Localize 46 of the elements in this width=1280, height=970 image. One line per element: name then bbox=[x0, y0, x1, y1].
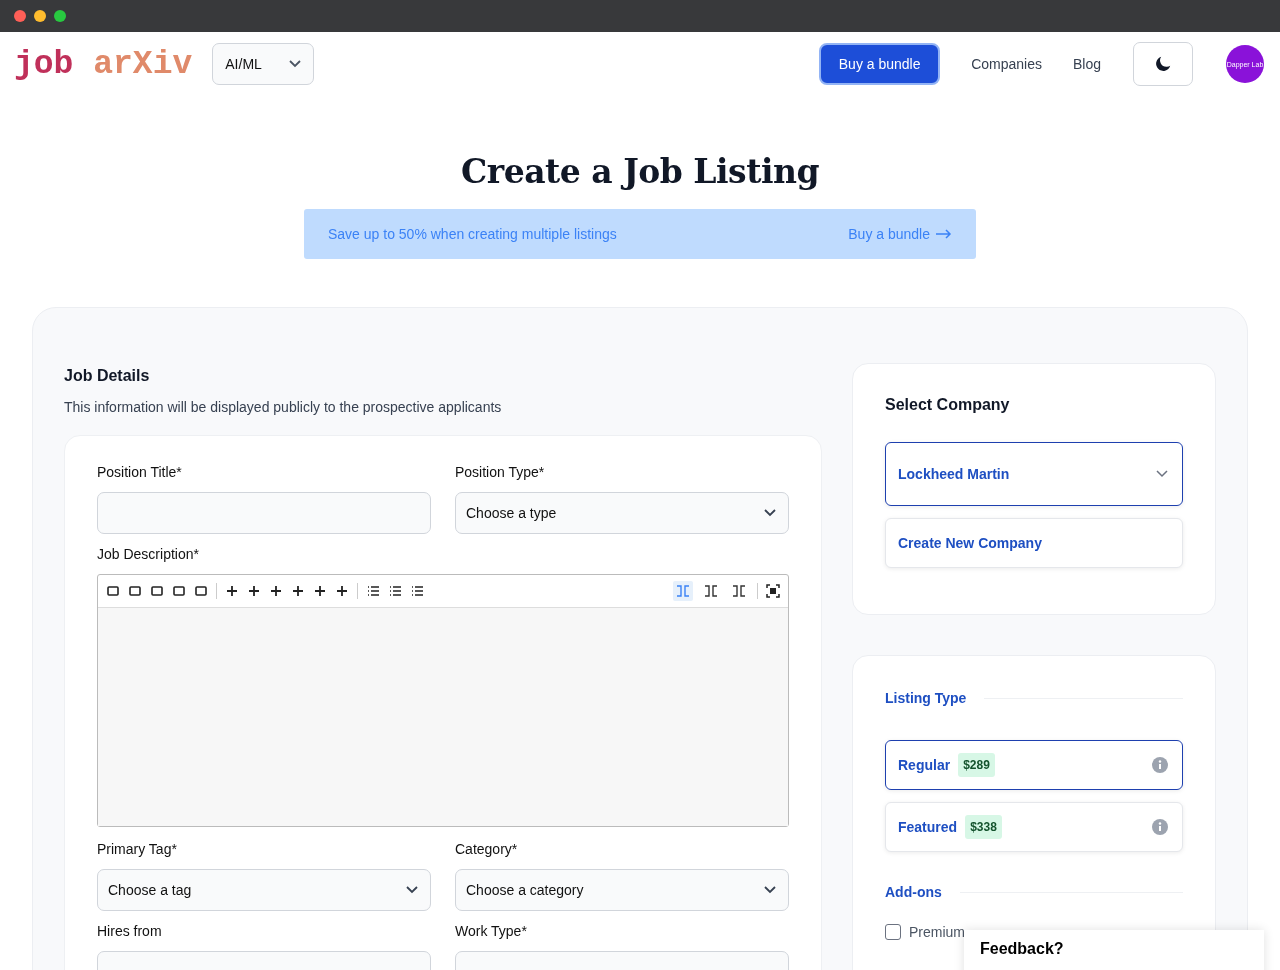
buy-bundle-button[interactable]: Buy a bundle bbox=[819, 43, 941, 85]
listing-name: Regular bbox=[898, 757, 951, 773]
create-company-button[interactable]: Create New Company bbox=[885, 518, 1183, 568]
promo-text: Save up to 50% when creating multiple listings bbox=[328, 226, 617, 242]
fullscreen-icon[interactable] bbox=[766, 584, 780, 598]
addon-label: Premium bbox=[909, 924, 965, 940]
arrow-right-icon bbox=[936, 229, 952, 239]
moon-icon bbox=[1154, 55, 1172, 73]
checkbox[interactable] bbox=[885, 924, 901, 940]
chevron-down-icon bbox=[406, 886, 418, 894]
nav-link[interactable]: Companies bbox=[971, 56, 1042, 72]
maximize-window-icon[interactable] bbox=[54, 10, 66, 22]
section-title: Add-ons bbox=[885, 884, 942, 900]
page-title: Create a Job Listing bbox=[460, 152, 820, 191]
field-label: Primary Tag* bbox=[97, 841, 178, 857]
minimize-window-icon[interactable] bbox=[34, 10, 46, 22]
company-select[interactable]: Lockheed Martin bbox=[885, 442, 1183, 506]
field-label: Position Type* bbox=[455, 464, 546, 480]
price-tag: $289 bbox=[958, 753, 995, 777]
field-label: Position Title* bbox=[97, 464, 183, 480]
category-select[interactable]: Choose a category bbox=[455, 869, 789, 911]
close-window-icon[interactable] bbox=[14, 10, 26, 22]
field-label: Job Description* bbox=[97, 546, 200, 562]
position-title-input[interactable] bbox=[97, 492, 431, 534]
section-description: This information will be displayed publicly to the prospective applicants bbox=[64, 399, 503, 415]
chevron-down-icon bbox=[764, 886, 776, 894]
listing-option[interactable]: Featured $338 bbox=[885, 802, 1183, 852]
dark-mode-button[interactable] bbox=[1133, 42, 1193, 86]
feedback-popup[interactable]: Feedback? bbox=[964, 930, 1264, 970]
field-label: Category* bbox=[455, 841, 519, 857]
section-title: Select Company bbox=[885, 396, 1011, 414]
section-title: Job Details bbox=[64, 367, 151, 385]
logo[interactable]: job arXiv bbox=[14, 45, 193, 83]
chevron-down-icon bbox=[289, 60, 302, 68]
chevron-down-icon bbox=[1156, 470, 1168, 478]
primary-tag-select[interactable]: Choose a tag bbox=[97, 869, 431, 911]
field-select[interactable]: AI/ML bbox=[212, 43, 315, 85]
chevron-down-icon bbox=[764, 509, 776, 517]
section-title: Listing Type bbox=[885, 690, 967, 706]
position-type-select[interactable]: Choose a type bbox=[455, 492, 789, 534]
nav-link[interactable]: Blog bbox=[1072, 56, 1101, 72]
listing-option[interactable]: Regular $289 bbox=[885, 740, 1183, 790]
price-tag: $338 bbox=[965, 815, 1002, 839]
field-label: Work Type* bbox=[455, 923, 528, 939]
field-label: Hires from bbox=[97, 923, 163, 939]
listing-name: Featured bbox=[898, 819, 958, 835]
